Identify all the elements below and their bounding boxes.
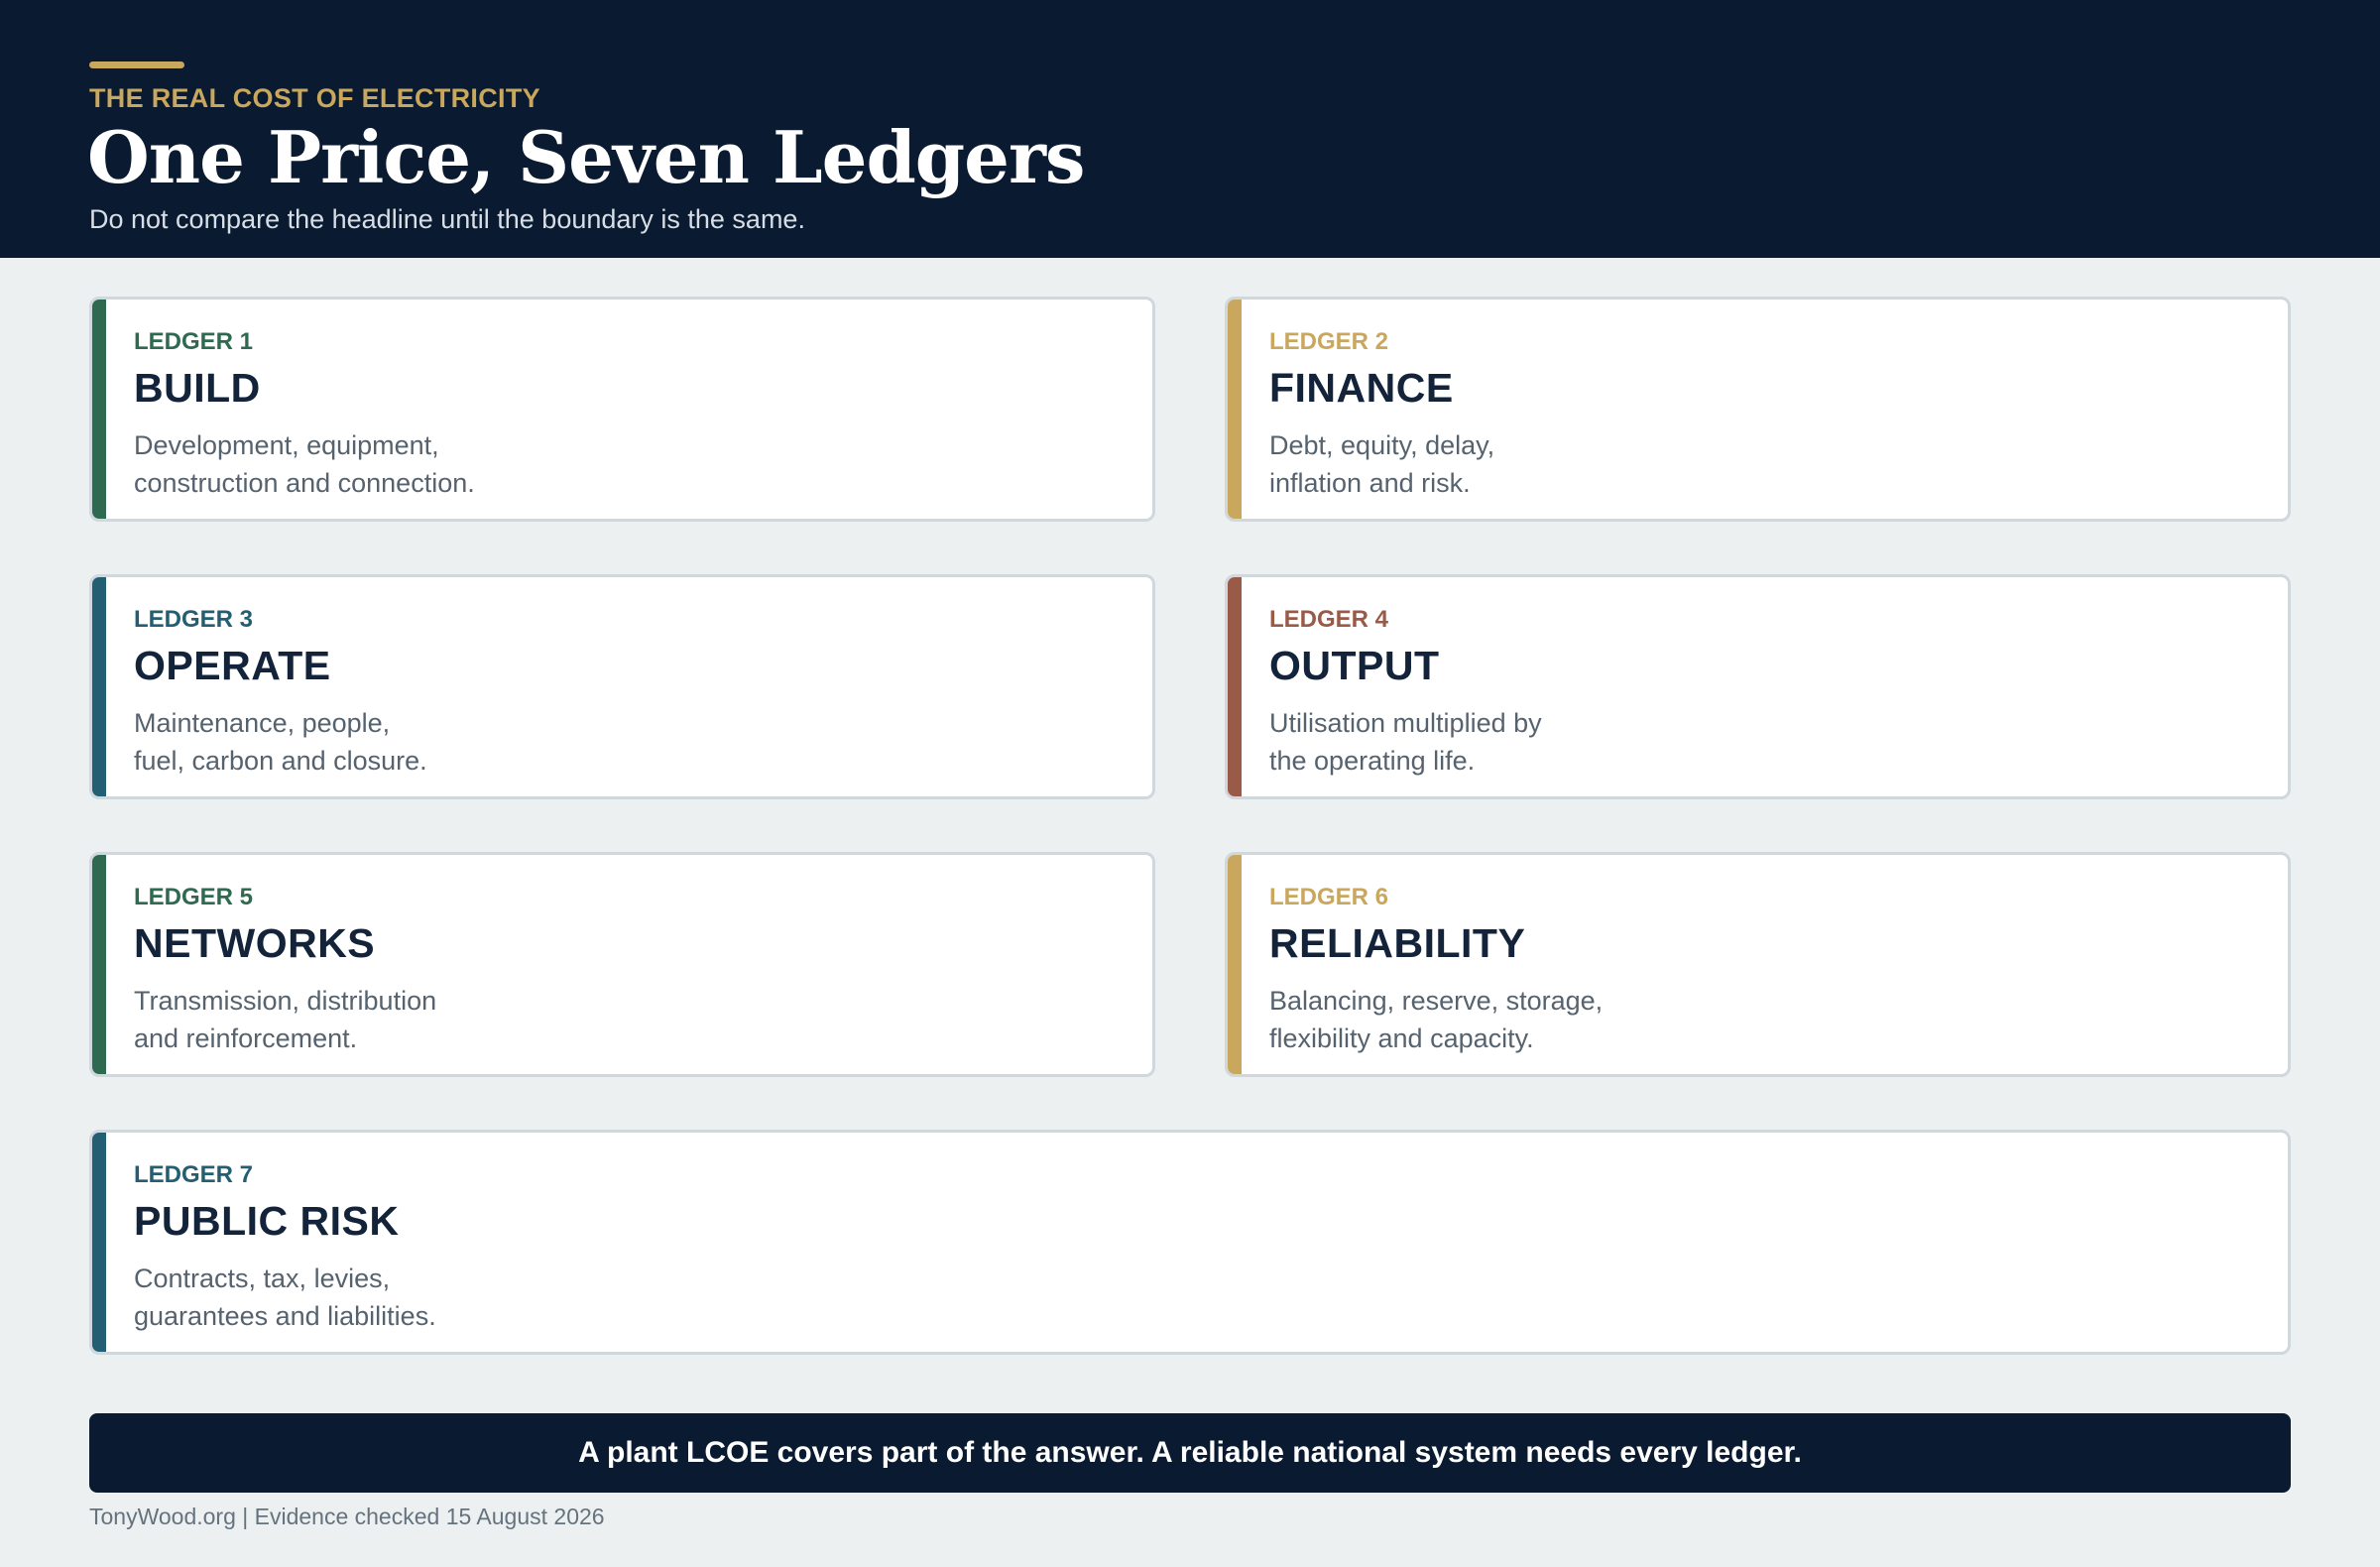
ledger-label: LEDGER 2 (1269, 328, 1389, 355)
ledger-description: Debt, equity, delay, inflation and risk. (1269, 430, 1495, 498)
ledger-card-reliability: LEDGER 6 RELIABILITY Balancing, reserve,… (1225, 852, 2291, 1077)
ledger-description: Balancing, reserve, storage, flexibility … (1269, 986, 1604, 1053)
ledger-description: Maintenance, people, fuel, carbon and clo… (134, 708, 427, 776)
ledger-label: LEDGER 6 (1269, 884, 1389, 910)
header: THE REAL COST OF ELECTRICITY One Price, … (0, 0, 2380, 258)
ledger-card-output: LEDGER 4 OUTPUT Utilisation multiplied b… (1225, 574, 2291, 799)
ledger-stripe (92, 577, 106, 796)
ledger-card-finance: LEDGER 2 FINANCE Debt, equity, delay, inf… (1225, 297, 2291, 522)
ledger-description: Utilisation multiplied by the operating l… (1269, 708, 1542, 776)
ledger-card-build: LEDGER 1 BUILD Development, equipment, co… (89, 297, 1155, 522)
ledger-card-networks: LEDGER 5 NETWORKS Transmission, distribu… (89, 852, 1155, 1077)
ledger-name: FINANCE (1269, 365, 1454, 411)
ledger-description: Transmission, distribution and reinforcem… (134, 986, 437, 1053)
ledger-stripe (92, 855, 106, 1074)
page-title: One Price, Seven Ledgers (87, 115, 1085, 199)
ledger-stripe (1228, 855, 1242, 1074)
ledger-name: NETWORKS (134, 920, 376, 966)
summary-banner: A plant LCOE covers part of the answer. … (89, 1413, 2291, 1493)
page-subtitle: Do not compare the headline until the bo… (89, 204, 805, 234)
ledger-stripe (92, 1133, 106, 1352)
ledger-label: LEDGER 3 (134, 606, 254, 633)
ledger-name: OUTPUT (1269, 643, 1440, 688)
ledger-stripe (1228, 300, 1242, 519)
ledger-description: Contracts, tax, levies, guarantees and li… (134, 1264, 436, 1331)
accent-bar (89, 61, 184, 68)
ledger-card-operate: LEDGER 3 OPERATE Maintenance, people, fue… (89, 574, 1155, 799)
ledger-stripe (92, 300, 106, 519)
footer-credit: TonyWood.org | Evidence checked 15 Augus… (89, 1504, 605, 1529)
ledger-label: LEDGER 7 (134, 1161, 254, 1188)
ledger-stripe (1228, 577, 1242, 796)
ledger-name: OPERATE (134, 643, 331, 688)
ledger-name: PUBLIC RISK (134, 1198, 400, 1244)
ledger-name: RELIABILITY (1269, 920, 1526, 966)
ledger-label: LEDGER 4 (1269, 606, 1389, 633)
ledger-label: LEDGER 5 (134, 884, 254, 910)
kicker: THE REAL COST OF ELECTRICITY (89, 83, 540, 113)
ledger-name: BUILD (134, 365, 261, 411)
ledger-description: Development, equipment, construction and … (134, 430, 475, 498)
ledger-label: LEDGER 1 (134, 328, 254, 355)
ledger-card-public-risk: LEDGER 7 PUBLIC RISK Contracts, tax, lev… (89, 1130, 2291, 1355)
